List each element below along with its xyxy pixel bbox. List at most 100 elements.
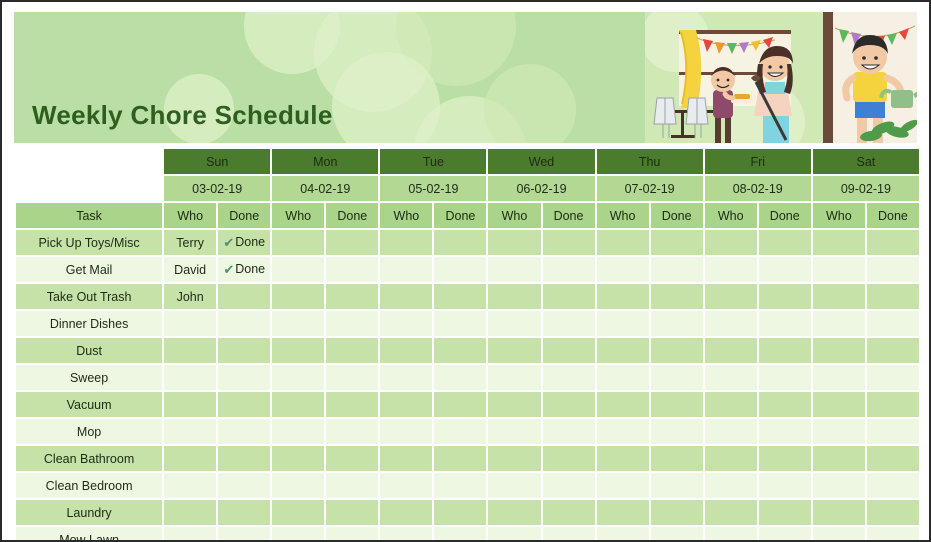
who-cell[interactable] — [488, 446, 541, 471]
done-cell[interactable] — [866, 527, 919, 540]
task-name-cell[interactable]: Vacuum — [16, 392, 163, 417]
done-cell[interactable] — [218, 284, 271, 309]
done-cell[interactable] — [650, 500, 703, 525]
who-cell[interactable] — [596, 446, 649, 471]
who-cell[interactable] — [596, 419, 649, 444]
done-cell[interactable] — [218, 527, 271, 540]
who-cell[interactable] — [380, 500, 433, 525]
task-name-cell[interactable]: Get Mail — [16, 257, 163, 282]
done-cell[interactable] — [650, 311, 703, 336]
who-cell[interactable] — [812, 311, 865, 336]
done-cell[interactable] — [326, 527, 379, 540]
who-cell[interactable] — [596, 527, 649, 540]
who-cell[interactable] — [272, 284, 325, 309]
who-cell[interactable] — [272, 311, 325, 336]
who-cell[interactable] — [380, 392, 433, 417]
done-cell[interactable] — [866, 446, 919, 471]
done-cell[interactable] — [434, 257, 487, 282]
who-cell[interactable] — [164, 365, 217, 390]
who-cell[interactable]: John — [164, 284, 217, 309]
who-cell[interactable] — [164, 473, 217, 498]
done-cell[interactable] — [434, 500, 487, 525]
done-cell[interactable] — [434, 311, 487, 336]
who-cell[interactable] — [272, 230, 325, 255]
done-cell[interactable] — [218, 311, 271, 336]
who-cell[interactable] — [272, 257, 325, 282]
done-cell[interactable] — [866, 419, 919, 444]
who-cell[interactable] — [380, 311, 433, 336]
done-cell[interactable] — [758, 257, 811, 282]
who-cell[interactable] — [272, 338, 325, 363]
who-cell[interactable] — [164, 338, 217, 363]
who-cell[interactable] — [704, 284, 757, 309]
who-cell[interactable] — [812, 527, 865, 540]
who-cell[interactable] — [488, 284, 541, 309]
who-cell[interactable]: Terry — [164, 230, 217, 255]
who-cell[interactable] — [272, 473, 325, 498]
task-name-cell[interactable]: Take Out Trash — [16, 284, 163, 309]
who-cell[interactable] — [812, 473, 865, 498]
done-cell[interactable] — [542, 527, 595, 540]
done-cell[interactable] — [866, 230, 919, 255]
who-cell[interactable] — [380, 338, 433, 363]
done-cell[interactable] — [218, 338, 271, 363]
done-cell[interactable] — [866, 311, 919, 336]
who-cell[interactable] — [596, 257, 649, 282]
who-cell[interactable] — [272, 392, 325, 417]
who-cell[interactable] — [488, 527, 541, 540]
who-cell[interactable] — [488, 257, 541, 282]
who-cell[interactable] — [704, 365, 757, 390]
who-cell[interactable] — [596, 473, 649, 498]
done-cell[interactable] — [758, 311, 811, 336]
who-cell[interactable] — [164, 392, 217, 417]
done-cell[interactable] — [758, 446, 811, 471]
who-cell[interactable] — [488, 500, 541, 525]
who-cell[interactable] — [596, 392, 649, 417]
who-cell[interactable] — [704, 419, 757, 444]
who-cell[interactable] — [380, 473, 433, 498]
task-name-cell[interactable]: Mop — [16, 419, 163, 444]
who-cell[interactable] — [812, 365, 865, 390]
done-cell[interactable] — [650, 257, 703, 282]
done-cell[interactable] — [866, 392, 919, 417]
done-cell[interactable] — [218, 419, 271, 444]
done-cell[interactable] — [218, 473, 271, 498]
done-cell[interactable] — [326, 365, 379, 390]
who-cell[interactable] — [812, 284, 865, 309]
done-cell[interactable] — [326, 311, 379, 336]
done-cell[interactable] — [542, 365, 595, 390]
done-cell[interactable] — [434, 230, 487, 255]
who-cell[interactable] — [380, 419, 433, 444]
done-cell[interactable] — [758, 473, 811, 498]
who-cell[interactable] — [488, 230, 541, 255]
done-cell[interactable] — [434, 392, 487, 417]
done-cell[interactable] — [326, 473, 379, 498]
who-cell[interactable] — [596, 284, 649, 309]
done-cell[interactable] — [650, 284, 703, 309]
who-cell[interactable] — [596, 338, 649, 363]
done-cell[interactable] — [326, 284, 379, 309]
done-cell[interactable] — [758, 527, 811, 540]
done-cell[interactable] — [434, 527, 487, 540]
done-cell[interactable] — [542, 392, 595, 417]
who-cell[interactable] — [596, 230, 649, 255]
who-cell[interactable] — [272, 500, 325, 525]
done-cell[interactable] — [326, 419, 379, 444]
done-cell[interactable] — [758, 338, 811, 363]
who-cell[interactable] — [272, 365, 325, 390]
who-cell[interactable] — [488, 338, 541, 363]
done-cell[interactable] — [866, 338, 919, 363]
done-cell[interactable] — [218, 392, 271, 417]
done-cell[interactable] — [326, 446, 379, 471]
done-cell[interactable] — [542, 419, 595, 444]
done-cell[interactable] — [758, 419, 811, 444]
done-cell[interactable] — [434, 284, 487, 309]
task-name-cell[interactable]: Clean Bathroom — [16, 446, 163, 471]
done-cell[interactable] — [758, 392, 811, 417]
who-cell[interactable] — [704, 446, 757, 471]
done-cell[interactable] — [542, 311, 595, 336]
who-cell[interactable] — [812, 230, 865, 255]
who-cell[interactable] — [272, 419, 325, 444]
done-cell[interactable] — [218, 446, 271, 471]
who-cell[interactable] — [380, 527, 433, 540]
